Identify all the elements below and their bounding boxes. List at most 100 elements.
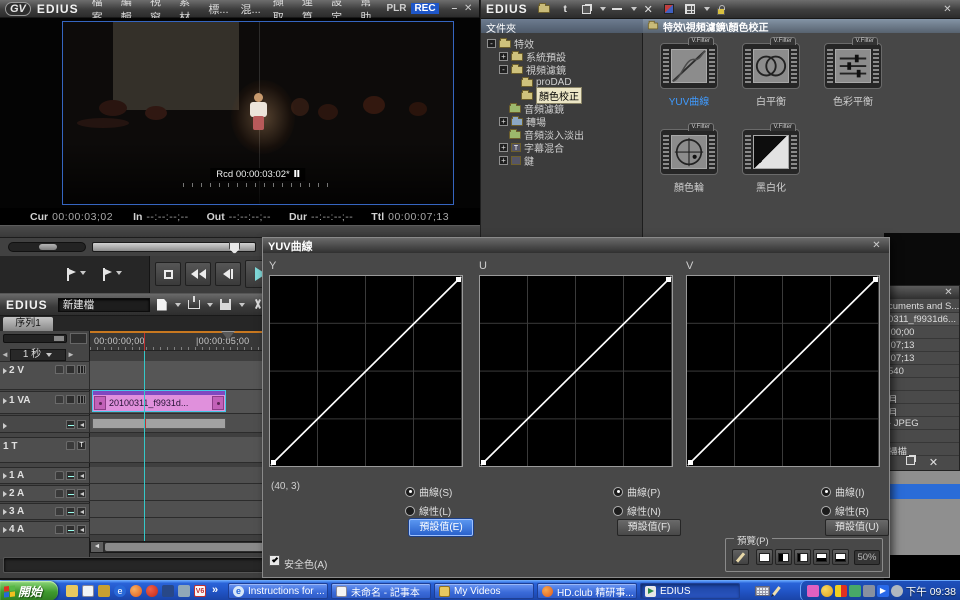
- plr-button[interactable]: PLR: [386, 3, 406, 14]
- clip-right-handle[interactable]: [212, 396, 224, 410]
- duplicate-button[interactable]: [578, 2, 595, 16]
- curve-graph-y[interactable]: [269, 275, 463, 467]
- timeline-zoom-slider[interactable]: [3, 334, 67, 343]
- blend-button[interactable]: [609, 2, 626, 16]
- speaker-icon[interactable]: [77, 525, 86, 534]
- video-preview[interactable]: Rcd 00:00:03:02*: [62, 21, 454, 205]
- clip-audio-bar[interactable]: [92, 418, 226, 429]
- preset-button-u[interactable]: 預設值(F): [617, 519, 681, 536]
- expand-icon[interactable]: +: [499, 143, 508, 152]
- rewind-button[interactable]: [185, 262, 211, 286]
- zoom-slider-handle[interactable]: [54, 336, 64, 341]
- tray-zonealarm-icon[interactable]: [835, 585, 847, 597]
- clip-left-handle[interactable]: [94, 396, 106, 410]
- sync-icon[interactable]: [66, 395, 75, 404]
- curve-graph-v[interactable]: [686, 275, 880, 467]
- view-dropdown[interactable]: [704, 7, 710, 11]
- shuttle-slider[interactable]: [8, 242, 86, 252]
- menu-mode[interactable]: 混...: [236, 1, 266, 17]
- film-icon[interactable]: [77, 365, 86, 374]
- safe-color-checkbox[interactable]: [269, 555, 280, 566]
- title-icon[interactable]: T: [77, 441, 86, 450]
- tray-network-icon[interactable]: [863, 585, 875, 597]
- curve-handle[interactable]: [481, 460, 486, 465]
- quicklaunch-document-icon[interactable]: [82, 585, 94, 597]
- waveform-icon[interactable]: [66, 489, 75, 498]
- save-button[interactable]: [218, 297, 234, 312]
- track-header-1a[interactable]: 1 A: [0, 467, 90, 484]
- zoom-in-arrow[interactable]: ►: [66, 350, 76, 359]
- sync-icon[interactable]: [66, 365, 75, 374]
- clip-properties-icon[interactable]: [906, 456, 915, 465]
- prev-frame-button[interactable]: [215, 262, 241, 286]
- expander-icon[interactable]: [3, 423, 7, 429]
- tree-item-video-filters[interactable]: -視頻濾鏡: [481, 63, 641, 76]
- effect-color-balance[interactable]: V.Filter 色彩平衡: [815, 43, 891, 108]
- quicklaunch-app-icon[interactable]: [162, 585, 174, 597]
- dialog-titlebar[interactable]: YUV曲線 ✕: [263, 238, 889, 253]
- quicklaunch-ie-icon[interactable]: e: [114, 585, 126, 597]
- quicklaunch-camera-icon[interactable]: [178, 585, 190, 597]
- expand-icon[interactable]: +: [499, 52, 508, 61]
- preview-pen-button[interactable]: [732, 549, 749, 565]
- lock-icon[interactable]: [55, 471, 64, 480]
- collapse-icon[interactable]: -: [499, 65, 508, 74]
- rec-button[interactable]: REC: [411, 3, 438, 14]
- radio-linear-y[interactable]: 線性(L): [405, 503, 452, 518]
- lock-icon[interactable]: [55, 365, 64, 374]
- expander-icon[interactable]: [3, 491, 7, 497]
- mark-in-dropdown[interactable]: [80, 271, 86, 275]
- position-slider[interactable]: [92, 242, 256, 252]
- curve-handle[interactable]: [456, 277, 461, 282]
- tree-item-keys[interactable]: +鍵: [481, 154, 641, 167]
- duplicate-dropdown[interactable]: [600, 7, 606, 11]
- close-button[interactable]: ✕: [462, 3, 474, 14]
- curve-graph-u[interactable]: [479, 275, 673, 467]
- waveform-icon[interactable]: [66, 471, 75, 480]
- lock-icon[interactable]: [66, 441, 75, 450]
- zoom-value[interactable]: 1 秒: [10, 349, 66, 361]
- new-folder-button[interactable]: [536, 2, 553, 16]
- preview-mode-split-bottom-narrow-button[interactable]: [832, 549, 849, 565]
- track-header-1va[interactable]: 1 VA: [0, 391, 90, 414]
- radio-linear-u[interactable]: 線性(N): [613, 503, 661, 518]
- tree-item-title-mixers[interactable]: +T字幕混合: [481, 141, 641, 154]
- timeline-clip[interactable]: 20100311_f9931d...: [92, 390, 226, 412]
- start-button[interactable]: 開始: [0, 581, 58, 600]
- save-dropdown[interactable]: [239, 303, 245, 307]
- lock-icon[interactable]: [55, 395, 64, 404]
- tray-camera-icon[interactable]: [807, 585, 819, 597]
- menu-marker[interactable]: 標...: [203, 1, 233, 17]
- curve-handle[interactable]: [271, 460, 276, 465]
- expand-icon[interactable]: +: [499, 156, 508, 165]
- task-notepad[interactable]: 未命名 - 記事本: [331, 583, 431, 599]
- export-dropdown[interactable]: [207, 303, 213, 307]
- track-header-2a[interactable]: 2 A: [0, 485, 90, 502]
- preview-mode-split-bottom-button[interactable]: [813, 549, 830, 565]
- color-button[interactable]: [661, 2, 678, 16]
- expander-icon[interactable]: [3, 509, 7, 515]
- delete-button[interactable]: ✕: [640, 2, 657, 16]
- blend-dropdown[interactable]: [631, 7, 637, 11]
- film-icon[interactable]: [77, 395, 86, 404]
- task-edius[interactable]: EDIUS: [640, 583, 740, 599]
- effect-color-wheel[interactable]: V.Filter 顏色輪: [651, 129, 727, 194]
- lock-button[interactable]: [713, 2, 730, 16]
- speaker-icon[interactable]: [77, 420, 86, 429]
- track-header-2v[interactable]: 2 V: [0, 361, 90, 390]
- preset-button-y[interactable]: 預設值(E): [409, 519, 473, 536]
- mark-in-button[interactable]: [60, 264, 76, 284]
- effect-black-white[interactable]: V.Filter 黑白化: [733, 129, 809, 194]
- zoom-out-arrow[interactable]: ◄: [0, 350, 10, 359]
- waveform-icon[interactable]: [66, 420, 75, 429]
- shuttle-handle[interactable]: [39, 244, 57, 250]
- tree-item-audio-filters[interactable]: 音頻濾鏡: [481, 102, 641, 115]
- effect-yuv-curve[interactable]: V.Filter YUV曲線: [651, 43, 727, 108]
- expander-icon[interactable]: [3, 368, 7, 374]
- new-sequence-dropdown[interactable]: [175, 303, 181, 307]
- lock-icon[interactable]: [55, 507, 64, 516]
- properties-close-button[interactable]: ✕: [941, 287, 956, 298]
- quicklaunch-media-icon[interactable]: [98, 585, 110, 597]
- project-name-input[interactable]: 新建檔: [58, 298, 150, 312]
- preview-zoom-button[interactable]: 50%: [854, 550, 880, 565]
